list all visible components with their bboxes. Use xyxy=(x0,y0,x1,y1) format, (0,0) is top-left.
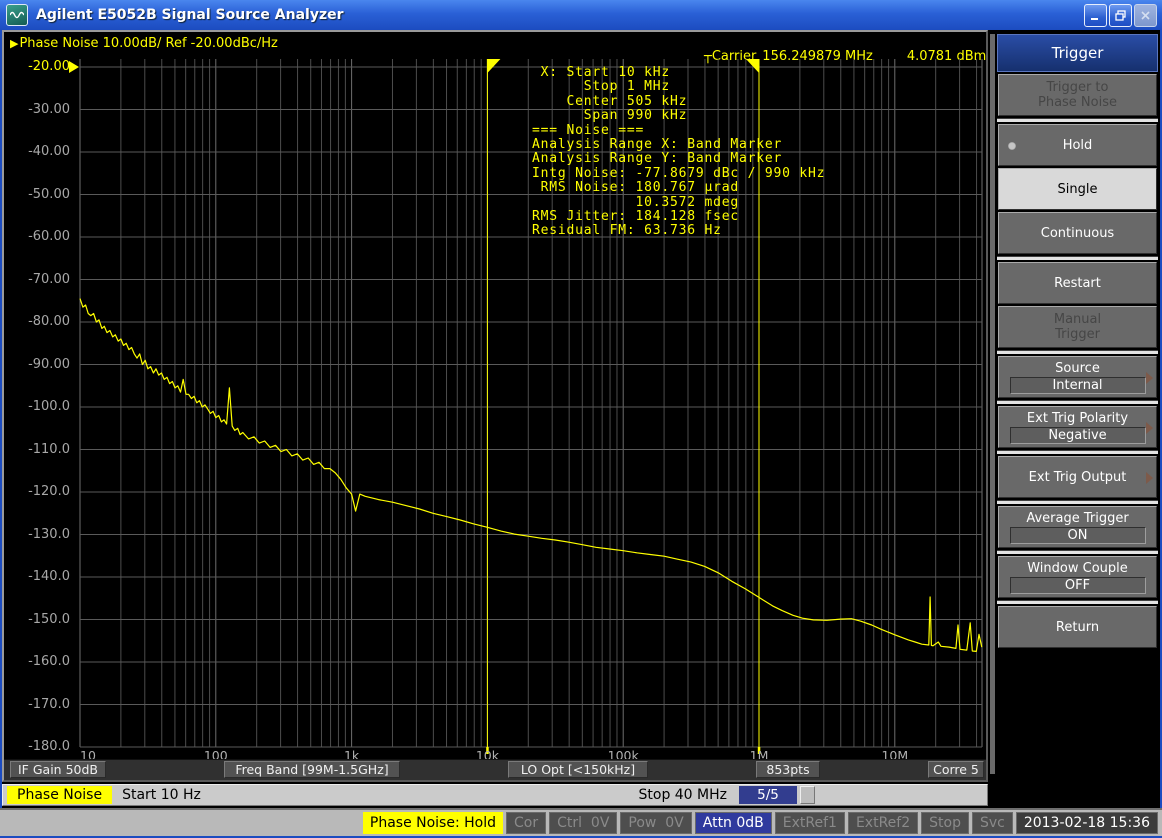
power-voltage-indicator: Pow 0V xyxy=(620,812,691,834)
band-marker-flag-icon xyxy=(487,59,500,73)
svc-indicator: Svc xyxy=(972,812,1013,834)
freq-band-segment: Freq Band [99M-1.5GHz] xyxy=(224,761,400,778)
measurement-status-bar: Phase Noise Start 10 Hz Stop 40 MHz 5/5 xyxy=(2,784,988,806)
clock: 2013-02-18 15:36 xyxy=(1016,812,1158,834)
instrument-screen: ▶Phase Noise 10.00dB/ Ref -20.00dBc/Hz ┬… xyxy=(2,30,1160,808)
y-axis-label: -130.0 xyxy=(16,527,70,542)
phase-noise-display[interactable]: ▶Phase Noise 10.00dB/ Ref -20.00dBc/Hz ┬… xyxy=(2,30,988,782)
y-axis-label: -160.0 xyxy=(16,654,70,669)
extref2-indicator: ExtRef2 xyxy=(848,812,918,834)
active-measurement-chip: Phase Noise xyxy=(7,786,112,804)
submenu-arrow-icon xyxy=(1146,422,1153,434)
plot-area[interactable] xyxy=(4,32,986,762)
y-axis-label: -100.0 xyxy=(16,399,70,414)
softkey-scrollbar[interactable] xyxy=(990,34,995,774)
y-axis-label: -70.00 xyxy=(16,272,70,287)
softkey-average-trigger[interactable]: Average Trigger ON xyxy=(998,506,1157,548)
lo-opt-segment: LO Opt [<150kHz] xyxy=(508,761,648,778)
softkey-window-couple[interactable]: Window Couple OFF xyxy=(998,556,1157,598)
source-value: Internal xyxy=(1010,377,1146,394)
ctrl-voltage-indicator: Ctrl 0V xyxy=(549,812,617,834)
y-axis-label: -120.0 xyxy=(16,484,70,499)
y-axis-label: -150.0 xyxy=(16,612,70,627)
y-axis-label: -110.0 xyxy=(16,442,70,457)
menu-separator xyxy=(997,118,1158,122)
if-gain-segment: IF Gain 50dB xyxy=(10,761,106,778)
y-axis-label: -170.0 xyxy=(16,697,70,712)
attenuator-indicator: Attn 0dB xyxy=(695,812,772,834)
extref1-indicator: ExtRef1 xyxy=(775,812,845,834)
softkey-return[interactable]: Return xyxy=(998,606,1157,648)
softkey-ext-trig-output[interactable]: Ext Trig Output xyxy=(998,456,1157,498)
sweep-stop-readout: Stop 40 MHz xyxy=(639,787,728,803)
menu-separator xyxy=(997,350,1158,354)
minimize-button[interactable] xyxy=(1084,4,1107,27)
sine-wave-app-icon xyxy=(6,4,28,26)
average-count-badge: 5/5 xyxy=(739,786,797,804)
noise-analysis-info-panel: X: Start 10 kHz Stop 1 MHz Center 505 kH… xyxy=(532,66,825,239)
measurement-settings-bar: IF Gain 50dB Freq Band [99M-1.5GHz] LO O… xyxy=(4,759,986,780)
correction-indicator: Cor xyxy=(506,812,546,834)
menu-separator xyxy=(997,600,1158,604)
y-axis-label: -140.0 xyxy=(16,569,70,584)
window-couple-value: OFF xyxy=(1010,577,1146,594)
softkey-source[interactable]: Source Internal xyxy=(998,356,1157,398)
y-axis-label: -20.00 xyxy=(16,59,70,74)
stop-indicator: Stop xyxy=(921,812,969,834)
submenu-arrow-icon xyxy=(1146,372,1153,384)
window-titlebar: Agilent E5052B Signal Source Analyzer xyxy=(0,0,1162,30)
y-axis-label: -30.00 xyxy=(16,102,70,117)
menu-separator xyxy=(997,450,1158,454)
correction-segment: Corre 5 xyxy=(928,761,984,778)
y-axis-label: -60.00 xyxy=(16,229,70,244)
phase-noise-hold-indicator: Phase Noise: Hold xyxy=(363,812,503,834)
softkey-manual-trigger: Manual Trigger xyxy=(998,306,1157,348)
softkey-continuous[interactable]: Continuous xyxy=(998,212,1157,254)
submenu-arrow-icon xyxy=(1146,472,1153,484)
points-segment: 853pts xyxy=(756,761,820,778)
y-axis-label: -40.00 xyxy=(16,144,70,159)
restore-button[interactable] xyxy=(1109,4,1132,27)
system-status-bar: Phase Noise: Hold Cor Ctrl 0V Pow 0V Att… xyxy=(0,808,1162,836)
close-button xyxy=(1134,4,1157,27)
softkey-trigger-to-phase-noise: Trigger to Phase Noise xyxy=(998,74,1157,116)
ext-trig-polarity-value: Negative xyxy=(1010,427,1146,444)
softkey-restart[interactable]: Restart xyxy=(998,262,1157,304)
status-spare-box xyxy=(800,786,815,804)
menu-separator xyxy=(997,550,1158,554)
ref-level-marker-icon xyxy=(69,61,79,73)
y-axis-label: -50.00 xyxy=(16,187,70,202)
phase-noise-trace xyxy=(80,299,982,652)
softkey-ext-trig-polarity[interactable]: Ext Trig Polarity Negative xyxy=(998,406,1157,448)
menu-separator xyxy=(997,500,1158,504)
average-trigger-value: ON xyxy=(1010,527,1146,544)
window-title: Agilent E5052B Signal Source Analyzer xyxy=(36,7,344,23)
y-axis-label: -90.00 xyxy=(16,357,70,372)
menu-title: Trigger xyxy=(997,34,1158,72)
y-axis-label: -80.00 xyxy=(16,314,70,329)
softkey-hold[interactable]: Hold xyxy=(998,124,1157,166)
y-axis-label: -180.0 xyxy=(16,739,70,754)
softkey-single[interactable]: Single xyxy=(998,168,1157,210)
selected-bullet-icon xyxy=(1008,142,1016,150)
menu-separator xyxy=(997,256,1158,260)
sweep-start-readout: Start 10 Hz xyxy=(122,787,201,803)
softkey-menu: Trigger Trigger to Phase Noise Hold Sing… xyxy=(990,30,1160,808)
app-window: Agilent E5052B Signal Source Analyzer ▶P… xyxy=(0,0,1162,838)
menu-separator xyxy=(997,400,1158,404)
